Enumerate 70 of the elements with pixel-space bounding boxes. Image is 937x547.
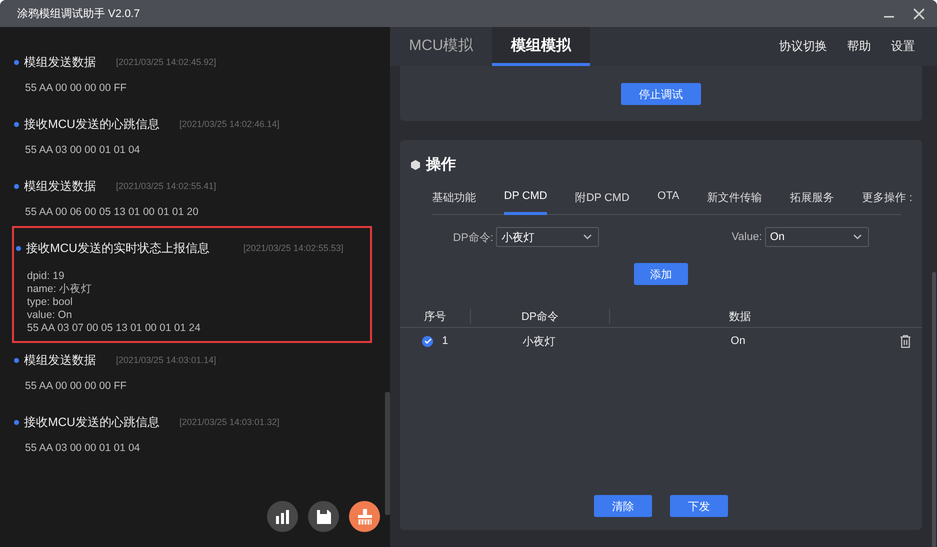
timestamp: [2021/03/25 14:03:01.32] (179, 417, 280, 427)
menu-link[interactable]: 设置 (891, 38, 915, 55)
window-title: 涂鸦模组调试助手 V2.0.7 (17, 7, 140, 21)
nav-tab[interactable]: 模组模拟 (492, 27, 590, 66)
hexagon-icon (411, 160, 420, 170)
log-line: 55 AA 03 00 00 01 01 04 (25, 144, 142, 157)
dp-command-dropdown[interactable]: 小夜灯 (496, 227, 600, 247)
field-label: DP命令: (453, 230, 494, 244)
log-line: 55 AA 03 07 00 05 13 01 00 01 01 24 (27, 322, 202, 335)
timestamp: [2021/03/25 14:02:46.14] (179, 119, 280, 129)
log-line: 55 AA 00 00 00 00 FF (25, 82, 128, 95)
field-label: Value: (732, 231, 762, 243)
action-button[interactable]: 下发 (670, 495, 728, 517)
clear-button[interactable] (349, 501, 380, 532)
scrollbar[interactable] (932, 272, 936, 547)
column-header: 数据 (728, 310, 752, 324)
row-checkbox[interactable] (422, 336, 433, 346)
bullet-dot (14, 184, 19, 188)
tab[interactable]: 新文件传输 (707, 186, 762, 215)
close-icon[interactable] (913, 8, 925, 20)
log-line: type: bool (27, 296, 74, 309)
action-button[interactable]: 清除 (594, 495, 652, 517)
bullet-dot (16, 246, 21, 250)
add-button[interactable]: 添加 (634, 263, 688, 285)
column-header: 序号 (400, 308, 471, 324)
log-title: 模组发送数据 (24, 54, 96, 70)
menu-link[interactable]: 协议切换 (779, 38, 827, 55)
table-cell: 1 (442, 335, 448, 347)
value-dropdown[interactable]: On (765, 227, 869, 247)
log-title: 接收MCU发送的心跳信息 (24, 414, 160, 430)
tab[interactable]: 更多操作 : (862, 186, 912, 215)
log-title: 模组发送数据 (24, 178, 96, 194)
log-title: 接收MCU发送的实时状态上报信息 (26, 240, 210, 256)
chart-button[interactable] (267, 501, 298, 532)
bullet-dot (14, 60, 19, 64)
log-title: 模组发送数据 (24, 352, 96, 368)
section-title: 操作 (426, 155, 456, 174)
save-icon (316, 508, 332, 524)
log-line: 55 AA 00 00 00 00 FF (25, 380, 128, 393)
log-title: 接收MCU发送的心跳信息 (24, 116, 160, 132)
tab[interactable]: DP CMD (504, 186, 548, 215)
log-line: name: 小夜灯 (27, 283, 94, 296)
bar-chart-icon (274, 510, 290, 524)
stop-debug-button[interactable]: 停止调试 (621, 83, 701, 105)
tab[interactable]: 拓展服务 (790, 186, 834, 215)
tab[interactable]: 基础功能 (432, 186, 476, 215)
tab[interactable]: 附DP CMD (575, 186, 630, 215)
timestamp: [2021/03/25 14:02:55.41] (116, 181, 216, 191)
table-cell-text: 小夜灯 (522, 334, 556, 348)
menu-link[interactable]: 帮助 (847, 38, 871, 55)
log-line: dpid: 19 (27, 270, 66, 283)
timestamp: [2021/03/25 14:03:01.14] (116, 355, 216, 365)
broom-icon (356, 508, 374, 524)
trash-icon[interactable] (900, 334, 911, 348)
bullet-dot (14, 420, 19, 424)
nav-tab[interactable]: MCU模拟 (390, 27, 492, 66)
bullet-dot (14, 358, 19, 362)
log-line: 55 AA 00 06 00 05 13 01 00 01 01 20 (25, 206, 200, 219)
tab[interactable]: OTA (657, 186, 680, 215)
table-cell-text: On (730, 335, 746, 347)
scrollbar[interactable] (385, 392, 390, 515)
chevron-down-icon (853, 234, 862, 240)
bullet-dot (14, 122, 19, 126)
timestamp: [2021/03/25 14:02:55.53] (243, 243, 344, 253)
timestamp: [2021/03/25 14:02:45.92] (116, 57, 216, 67)
log-line: value: On (27, 309, 73, 322)
chevron-down-icon (583, 234, 592, 240)
log-line: 55 AA 03 00 00 01 01 04 (25, 442, 142, 455)
save-button[interactable] (308, 501, 339, 532)
column-header: DP命令 (471, 308, 610, 324)
